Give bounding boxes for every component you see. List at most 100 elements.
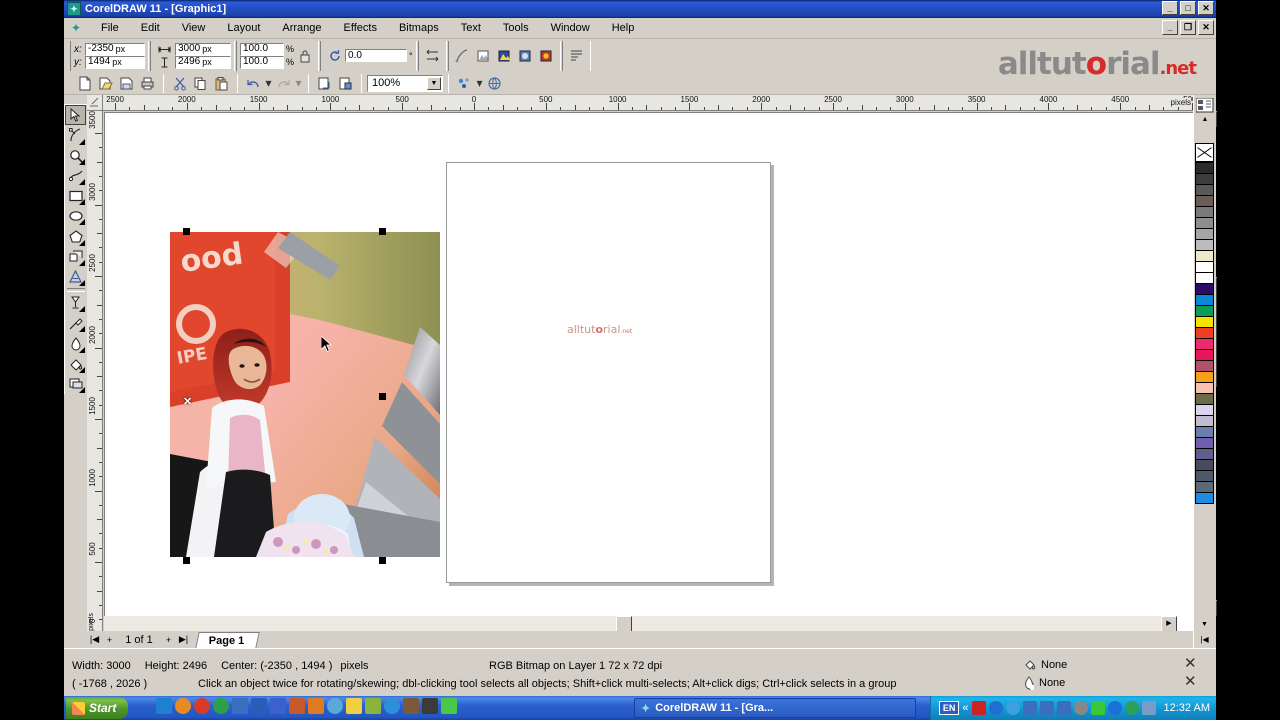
freehand-flyout-arrow[interactable] xyxy=(79,178,85,185)
word-icon[interactable] xyxy=(251,698,267,714)
antivirus-tray-icon[interactable] xyxy=(1090,701,1105,715)
document-page[interactable] xyxy=(446,162,771,583)
freehand-tool-button[interactable] xyxy=(65,166,86,186)
chrome-icon[interactable] xyxy=(384,698,400,714)
fill-tool-button[interactable] xyxy=(65,354,86,374)
sync-tray-icon[interactable] xyxy=(1124,701,1139,715)
trace-bitmap-icon[interactable] xyxy=(473,45,494,66)
system-clock[interactable]: 12:32 AM xyxy=(1164,702,1210,714)
battery-tray-icon[interactable] xyxy=(1141,701,1156,715)
fill-color-status[interactable]: None xyxy=(1024,658,1067,672)
menu-item-text[interactable]: Text xyxy=(450,20,492,36)
mirror-horizontal-icon[interactable] xyxy=(422,45,443,66)
language-indicator[interactable]: EN xyxy=(938,701,960,715)
lock-ratio-icon[interactable] xyxy=(294,45,315,66)
rotation-input[interactable]: 0.0 xyxy=(345,49,408,62)
horizontal-scroll-thumb[interactable] xyxy=(616,616,632,632)
insert-page-after-button[interactable]: + xyxy=(161,633,176,647)
menu-item-tools[interactable]: Tools xyxy=(492,20,540,36)
drawing-canvas[interactable]: alltutᴏrial.net ood IPE ✕ xyxy=(104,112,1193,633)
nero-icon[interactable] xyxy=(270,698,286,714)
color-swatch[interactable] xyxy=(1195,492,1214,504)
polygon-tool-button[interactable] xyxy=(65,226,86,246)
paste-icon[interactable] xyxy=(211,73,232,94)
fill-none-swatch[interactable]: ✕ xyxy=(1184,654,1197,672)
excel-icon[interactable] xyxy=(441,698,457,714)
palette-scroll-down-button[interactable]: ▼ xyxy=(1195,621,1214,628)
last-page-button[interactable]: ▶| xyxy=(176,633,191,647)
outline-color-status[interactable]: None xyxy=(1024,676,1065,690)
menu-item-window[interactable]: Window xyxy=(540,20,601,36)
corel-online-icon[interactable] xyxy=(484,73,505,94)
network-disconnected-tray-icon[interactable] xyxy=(1039,701,1054,715)
convert-bitmap-icon[interactable] xyxy=(452,45,473,66)
lan-disconnected-tray-icon[interactable] xyxy=(1056,701,1071,715)
menu-item-bitmaps[interactable]: Bitmaps xyxy=(388,20,450,36)
shape-flyout-arrow[interactable] xyxy=(79,138,85,145)
redo-icon[interactable] xyxy=(273,73,294,94)
doc-restore-button[interactable]: ❐ xyxy=(1180,20,1196,35)
photoshop-icon[interactable] xyxy=(365,698,381,714)
volume-tray-icon[interactable] xyxy=(1022,701,1037,715)
save-document-icon[interactable] xyxy=(116,73,137,94)
outline-flyout-arrow[interactable] xyxy=(79,346,85,353)
interactive-transparency-tool-button[interactable] xyxy=(65,374,86,394)
menu-item-file[interactable]: File xyxy=(90,20,130,36)
no-color-swatch[interactable] xyxy=(1195,143,1214,162)
bitmap-effects-icon[interactable] xyxy=(536,45,557,66)
menu-item-view[interactable]: View xyxy=(171,20,217,36)
taskbar-window-button-coreldraw[interactable]: ✦ CorelDRAW 11 - [Gra... xyxy=(634,698,916,718)
close-button[interactable]: ✕ xyxy=(1198,1,1214,15)
width-input[interactable]: 3000 px xyxy=(175,42,231,56)
horizontal-scroll-track[interactable] xyxy=(104,616,1161,632)
handle-top-right[interactable] xyxy=(379,228,386,235)
eyedropper-flyout-arrow[interactable] xyxy=(79,326,85,333)
menu-item-effects[interactable]: Effects xyxy=(333,20,388,36)
firefox-icon[interactable] xyxy=(175,698,191,714)
shape-tool-button[interactable] xyxy=(65,125,86,145)
open-document-icon[interactable] xyxy=(95,73,116,94)
zoom-flyout-arrow[interactable] xyxy=(79,158,85,165)
import-icon[interactable] xyxy=(314,73,335,94)
page-tab-1[interactable]: Page 1 xyxy=(195,631,261,648)
eyedropper-tool-button[interactable] xyxy=(65,313,86,333)
insert-page-before-button[interactable]: + xyxy=(102,633,117,647)
ruler-origin-corner[interactable] xyxy=(87,95,103,111)
start-button[interactable]: Start xyxy=(66,697,129,719)
basic-shapes-tool-button[interactable] xyxy=(65,247,86,267)
ellipse-tool-button[interactable] xyxy=(65,206,86,226)
rectangle-flyout-arrow[interactable] xyxy=(79,199,85,206)
y-position-input[interactable]: 1494 px xyxy=(85,55,145,69)
zoom-level-select[interactable]: 100% ▼ xyxy=(367,74,443,92)
palette-scroll-up-button[interactable]: ▲ xyxy=(1194,116,1216,123)
launcher-dropdown-icon[interactable]: ▾ xyxy=(475,73,484,94)
handle-bottom-right[interactable] xyxy=(379,557,386,564)
cut-icon[interactable] xyxy=(169,73,190,94)
winamp-icon[interactable] xyxy=(308,698,324,714)
first-page-button[interactable]: |◀ xyxy=(87,633,102,647)
outline-tool-button[interactable] xyxy=(65,333,86,353)
menu-item-arrange[interactable]: Arrange xyxy=(271,20,332,36)
acrobat-tray-icon[interactable] xyxy=(971,701,986,715)
utility-icon[interactable] xyxy=(403,698,419,714)
redo-dropdown-icon[interactable]: ▾ xyxy=(294,73,303,94)
x-position-input[interactable]: -2350 px xyxy=(85,42,145,56)
menu-item-layout[interactable]: Layout xyxy=(216,20,271,36)
outline-none-swatch[interactable]: ✕ xyxy=(1184,672,1197,690)
transparency-flyout-arrow[interactable] xyxy=(79,387,85,394)
pick-tool-button[interactable] xyxy=(65,105,86,126)
clock-tray-icon[interactable] xyxy=(1073,701,1088,715)
network-tray-icon[interactable] xyxy=(988,701,1003,715)
vertical-ruler[interactable]: 3500 3000 2500 2000 1500 1000 500 0 pixels xyxy=(87,111,103,633)
polygon-flyout-arrow[interactable] xyxy=(79,239,85,246)
scale-horizontal-input[interactable]: 100.0 xyxy=(240,42,284,56)
bitmap-color-mask-icon[interactable] xyxy=(494,45,515,66)
internet-explorer-icon[interactable] xyxy=(156,698,172,714)
scroll-right-button[interactable]: ▶ xyxy=(1161,616,1177,632)
scale-vertical-input[interactable]: 100.0 xyxy=(240,55,284,69)
new-document-icon[interactable] xyxy=(74,73,95,94)
wrap-paragraph-text-icon[interactable] xyxy=(566,45,587,66)
selected-bitmap-object[interactable]: ood IPE xyxy=(170,232,440,557)
horizontal-ruler[interactable]: 2500 2000 1500 1000 500 0 500 1000 1500 2000 2500 3… xyxy=(87,95,1193,111)
menu-item-edit[interactable]: Edit xyxy=(130,20,171,36)
